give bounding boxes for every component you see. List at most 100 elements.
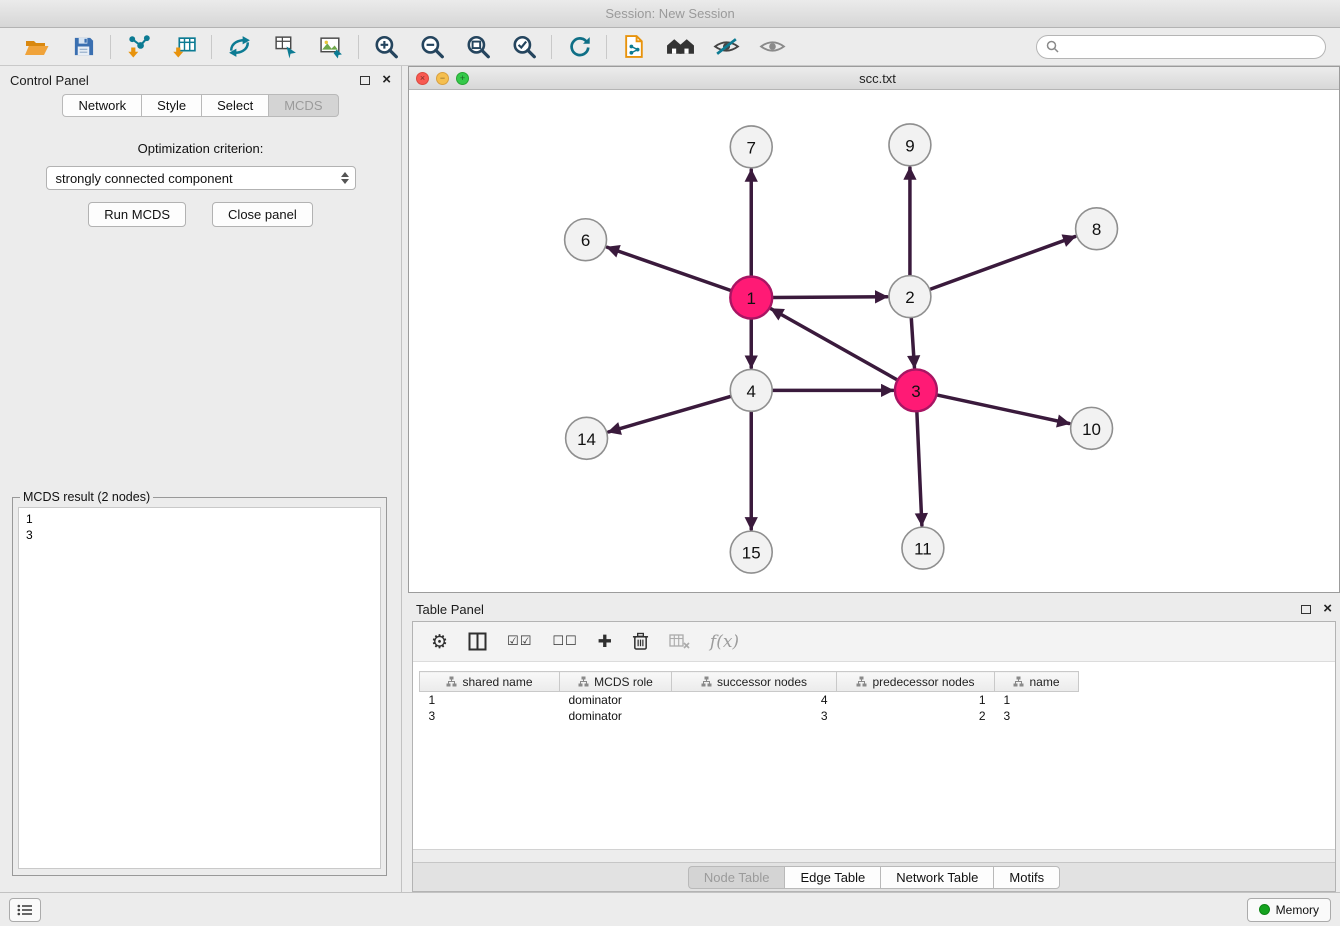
svg-text:9: 9 [905,136,914,155]
search-box[interactable] [1036,35,1326,59]
edge-1-2[interactable] [773,297,887,298]
tab-style[interactable]: Style [141,94,201,117]
svg-text:4: 4 [747,382,756,401]
tab-select[interactable]: Select [201,94,268,117]
column-header-shared-name[interactable]: shared name [420,672,560,692]
import-network-from-file-button[interactable] [123,32,153,62]
control-panel: Control Panel × NetworkStyleSelectMCDS O… [0,66,402,892]
search-icon [1046,40,1059,53]
edge-4-14[interactable] [609,397,731,432]
show-style-button[interactable] [711,32,741,62]
zoom-selected-button[interactable] [509,32,539,62]
network-graph[interactable]: 7 9 6 8 1 2 4 3 14 10 15 11 [409,90,1339,592]
window-zoom-icon[interactable]: + [456,72,469,85]
refresh-layout-button[interactable] [564,32,594,62]
memory-button[interactable]: Memory [1247,898,1331,922]
run-mcds-button[interactable]: Run MCDS [88,202,186,227]
table-tab-motifs[interactable]: Motifs [993,866,1060,889]
table-cell[interactable]: dominator [560,692,672,708]
table-cell[interactable]: 1 [420,692,560,708]
node-4[interactable]: 4 [730,369,772,411]
node-11[interactable]: 11 [902,527,944,569]
table-cell[interactable]: 1 [837,692,995,708]
network-canvas[interactable]: 7 9 6 8 1 2 4 3 14 10 15 11 [409,90,1339,592]
node-6[interactable]: 6 [565,219,607,261]
edge-3-1[interactable] [771,309,897,380]
node-14[interactable]: 14 [566,417,608,459]
node-7[interactable]: 7 [730,126,772,168]
svg-text:10: 10 [1082,420,1101,439]
node-15[interactable]: 15 [730,531,772,573]
create-network-view-button[interactable] [270,32,300,62]
table-cell[interactable]: dominator [560,708,672,724]
table-row[interactable]: 3dominator323 [420,708,1079,724]
table-cell[interactable]: 2 [837,708,995,724]
close-table-panel-icon[interactable]: × [1323,604,1332,614]
edge-1-6[interactable] [607,247,730,290]
window-minimize-icon[interactable]: − [436,72,449,85]
zoom-out-button[interactable] [417,32,447,62]
network-window-titlebar[interactable]: × − + scc.txt [409,67,1339,90]
search-input[interactable] [1064,40,1316,54]
table-tab-edge-table[interactable]: Edge Table [784,866,880,889]
table-tab-node-table[interactable]: Node Table [688,866,785,889]
import-table-from-file-button[interactable] [169,32,199,62]
delete-row-button[interactable] [632,632,649,651]
table-panel-title: Table Panel [416,602,484,617]
select-all-button[interactable]: ☑☑ [507,634,532,649]
first-neighbors-button[interactable] [665,32,695,62]
table-cell[interactable]: 1 [995,692,1079,708]
save-icon [72,35,95,58]
close-control-panel-icon[interactable]: × [382,75,391,85]
node-2[interactable]: 2 [889,276,931,318]
memory-label: Memory [1276,903,1319,917]
tab-network[interactable]: Network [62,94,141,117]
node-table-area[interactable]: shared nameMCDS rolesuccessor nodesprede… [413,662,1335,849]
save-session-button[interactable] [68,32,98,62]
export-image-button[interactable] [316,32,346,62]
edge-2-8[interactable] [931,237,1075,290]
table-row[interactable]: 1dominator411 [420,692,1079,708]
zoom-in-button[interactable] [371,32,401,62]
column-header-name[interactable]: name [995,672,1079,692]
edge-3-10[interactable] [937,395,1069,423]
column-header-predecessor-nodes[interactable]: predecessor nodes [837,672,995,692]
import-network-from-database-button[interactable] [224,32,254,62]
table-cell[interactable]: 3 [420,708,560,724]
apply-function-button[interactable]: f(x) [710,632,739,652]
table-horizontal-scrollbar[interactable] [413,849,1335,862]
column-header-successor-nodes[interactable]: successor nodes [672,672,837,692]
optimization-criterion-select[interactable]: strongly connected component [46,166,356,190]
delete-table-button[interactable] [669,634,690,650]
table-cell[interactable]: 3 [995,708,1079,724]
node-10[interactable]: 10 [1071,407,1113,449]
houses-icon [666,35,695,58]
unchecked-boxes-icon: ☐☐ [552,634,577,649]
table-cell[interactable]: 4 [672,692,837,708]
node-3[interactable]: 3 [895,369,937,411]
show-hide-graphics-button[interactable] [757,32,787,62]
table-settings-button[interactable]: ⚙ [431,631,448,653]
close-panel-button[interactable]: Close panel [212,202,313,227]
edge-3-11[interactable] [917,412,922,525]
float-table-panel-icon[interactable] [1301,605,1311,614]
add-row-button[interactable]: ✚ [598,632,612,652]
table-tab-network-table[interactable]: Network Table [880,866,993,889]
column-header-MCDS-role[interactable]: MCDS role [560,672,672,692]
node-1[interactable]: 1 [730,277,772,319]
task-history-button[interactable] [9,898,41,922]
open-file-button[interactable] [22,32,52,62]
export-network-button[interactable] [619,32,649,62]
float-control-panel-icon[interactable] [360,76,370,85]
zoom-out-icon [419,34,445,60]
edge-2-3[interactable] [911,319,914,368]
mcds-result-list[interactable]: 13 [18,507,381,869]
zoom-fit-button[interactable] [463,32,493,62]
window-close-icon[interactable]: × [416,72,429,85]
node-8[interactable]: 8 [1076,208,1118,250]
tab-mcds[interactable]: MCDS [268,94,338,117]
node-9[interactable]: 9 [889,124,931,166]
table-cell[interactable]: 3 [672,708,837,724]
show-columns-button[interactable] [468,632,487,651]
unselect-all-button[interactable]: ☐☐ [552,634,577,649]
